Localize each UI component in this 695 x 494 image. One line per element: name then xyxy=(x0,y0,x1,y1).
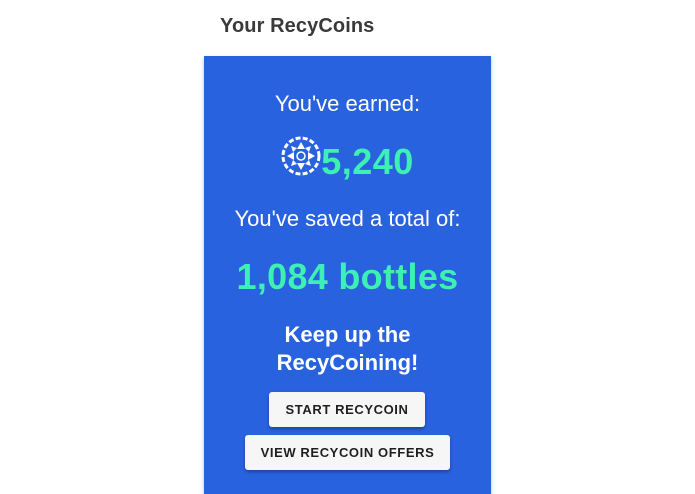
encouragement-text: Keep up the RecyCoining! xyxy=(204,321,491,377)
earned-label: You've earned: xyxy=(274,91,421,116)
view-recycoin-offers-button[interactable]: VIEW RECYCOIN OFFERS xyxy=(245,435,450,470)
bottles-saved-value: 1,084 bottles xyxy=(236,256,459,297)
recycoins-summary-card: You've earned: 5,240 You've saved a tota xyxy=(204,56,491,494)
encouragement-line-1: Keep up the xyxy=(284,322,411,347)
encouragement-line-2: RecyCoining! xyxy=(276,350,419,375)
recycoins-screen: Your RecyCoins You've earned: 5,240 You'… xyxy=(0,0,695,494)
coin-balance: 5,240 xyxy=(204,136,491,184)
page-title: Your RecyCoins xyxy=(220,15,375,37)
saved-label: You've saved a total of: xyxy=(234,206,461,231)
recycoin-logo-icon xyxy=(281,136,321,176)
start-recycoin-button[interactable]: START RECYCOIN xyxy=(269,392,425,427)
coin-balance-value: 5,240 xyxy=(321,141,414,182)
